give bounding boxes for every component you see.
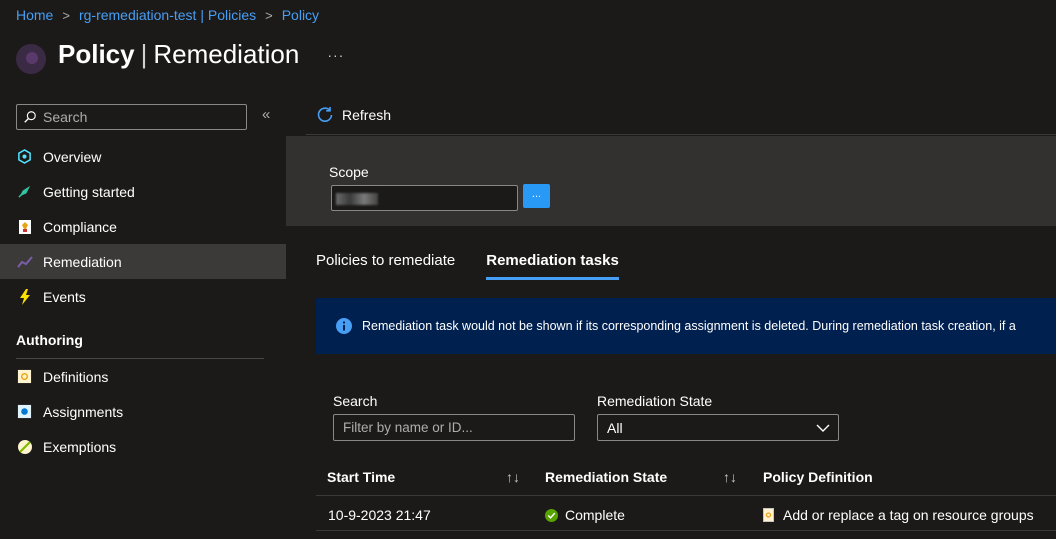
- collapse-sidebar-button[interactable]: «: [262, 106, 270, 123]
- sidebar-item-remediation[interactable]: Remediation: [0, 244, 286, 279]
- table-header-divider: [316, 495, 1056, 496]
- search-filter-label: Search: [333, 393, 378, 409]
- policy-icon: [16, 44, 46, 74]
- sidebar-item-label: Exemptions: [43, 438, 117, 455]
- column-header-policy-definition[interactable]: Policy Definition: [763, 469, 873, 485]
- sidebar-item-compliance[interactable]: Compliance: [0, 209, 286, 244]
- refresh-button[interactable]: Refresh: [316, 106, 391, 124]
- lightning-icon: [16, 288, 33, 305]
- sidebar-item-getting-started[interactable]: Getting started: [0, 174, 286, 209]
- scope-browse-button[interactable]: ...: [523, 184, 550, 208]
- chevron-down-icon: [816, 424, 830, 432]
- sidebar-item-label: Remediation: [43, 253, 122, 270]
- search-filter[interactable]: [333, 414, 575, 441]
- success-check-icon: [545, 508, 558, 522]
- section-header-authoring: Authoring: [16, 332, 83, 348]
- toolbar-divider: [306, 134, 1056, 135]
- sidebar-item-overview[interactable]: Overview: [0, 139, 286, 174]
- page-title-main: Policy: [58, 38, 135, 69]
- sidebar-item-events[interactable]: Events: [0, 279, 286, 314]
- sidebar-item-exemptions[interactable]: Exemptions: [0, 429, 286, 464]
- sidebar-search[interactable]: [16, 104, 247, 130]
- state-text: Complete: [565, 507, 625, 523]
- info-message: Remediation task would not be shown if i…: [362, 319, 1016, 333]
- sidebar-item-definitions[interactable]: Definitions: [0, 359, 286, 394]
- breadcrumb-separator: >: [62, 7, 70, 23]
- breadcrumb-separator: >: [265, 7, 273, 23]
- sidebar-item-label: Definitions: [43, 368, 109, 385]
- breadcrumb: Home > rg-remediation-test | Policies > …: [16, 7, 319, 23]
- assignments-icon: [16, 403, 33, 420]
- sidebar-item-label: Assignments: [43, 403, 124, 420]
- scope-panel: Scope ...: [286, 136, 1056, 226]
- refresh-label: Refresh: [342, 107, 392, 123]
- cell-remediation-state: Complete: [545, 507, 625, 523]
- sort-icon[interactable]: ↑↓: [723, 469, 737, 485]
- sidebar: « Overview Getting started Compliance Re…: [0, 96, 286, 539]
- cell-policy-definition[interactable]: Add or replace a tag on resource groups: [763, 507, 1034, 523]
- breadcrumb-resource-group[interactable]: rg-remediation-test | Policies: [79, 7, 256, 23]
- page-title: Policy | Remediation: [58, 39, 299, 70]
- compliance-icon: [16, 218, 33, 235]
- sidebar-item-label: Getting started: [43, 183, 135, 200]
- more-options-button[interactable]: ···: [327, 47, 344, 63]
- tab-policies-to-remediate[interactable]: Policies to remediate: [316, 252, 455, 280]
- sidebar-item-label: Compliance: [43, 218, 117, 235]
- sort-icon[interactable]: ↑↓: [506, 469, 520, 485]
- remediation-icon: [16, 253, 33, 270]
- main-content: Refresh Scope ... Policies to remediate …: [286, 96, 1056, 539]
- cell-start-time: 10-9-2023 21:47: [328, 507, 431, 523]
- refresh-icon: [317, 107, 333, 122]
- info-banner: Remediation task would not be shown if i…: [316, 298, 1056, 354]
- rocket-icon: [16, 183, 33, 200]
- overview-icon: [16, 148, 33, 165]
- redacted-scope-value: [336, 193, 378, 205]
- policy-definition-icon: [763, 508, 774, 522]
- table-row-divider: [316, 530, 1056, 531]
- tabs: Policies to remediate Remediation tasks: [316, 252, 650, 280]
- search-filter-input[interactable]: [343, 420, 563, 435]
- tab-remediation-tasks[interactable]: Remediation tasks: [486, 252, 619, 280]
- scope-field[interactable]: [331, 185, 518, 211]
- page-header: Policy | Remediation ···: [16, 34, 344, 74]
- sidebar-item-label: Events: [43, 288, 86, 305]
- sidebar-search-input[interactable]: [43, 109, 233, 125]
- column-header-start-time[interactable]: Start Time: [327, 469, 395, 485]
- page-title-sub: Remediation: [153, 38, 300, 69]
- state-dropdown-value: All: [607, 419, 623, 436]
- sidebar-item-label: Overview: [43, 148, 102, 165]
- exemptions-icon: [16, 438, 33, 455]
- column-header-remediation-state[interactable]: Remediation State: [545, 469, 667, 485]
- breadcrumb-policy[interactable]: Policy: [282, 7, 319, 23]
- policy-definition-link[interactable]: Add or replace a tag on resource groups: [783, 507, 1034, 523]
- remediation-state-dropdown[interactable]: All: [597, 414, 839, 441]
- breadcrumb-home[interactable]: Home: [16, 7, 53, 23]
- title-divider: |: [140, 38, 148, 69]
- info-icon: [336, 318, 352, 334]
- sidebar-item-assignments[interactable]: Assignments: [0, 394, 286, 429]
- search-icon: [24, 111, 36, 123]
- scope-label: Scope: [329, 164, 369, 180]
- state-filter-label: Remediation State: [597, 393, 713, 409]
- definitions-icon: [16, 368, 33, 385]
